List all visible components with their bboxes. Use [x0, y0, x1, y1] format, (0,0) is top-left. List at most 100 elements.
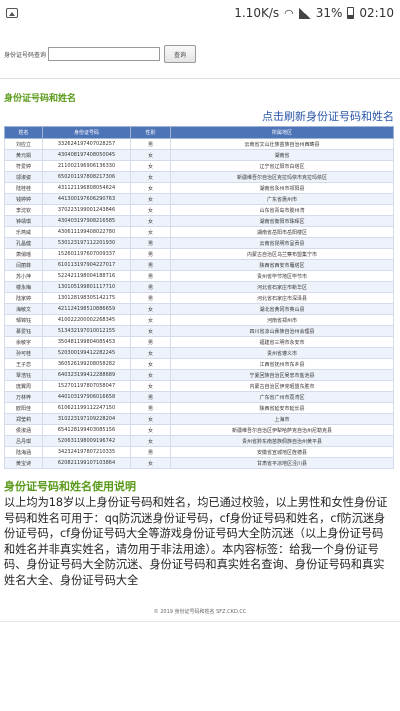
search-button[interactable]: 查询	[164, 45, 196, 63]
table-row: 符爱婷 211002196906136330 女辽宁省辽阳市白塔区	[4, 160, 394, 172]
cell-region: 上海市	[170, 413, 394, 425]
cell-gender: 男	[130, 281, 171, 293]
cell-id: 654128199403085156	[42, 424, 131, 436]
cell-region: 云南省文山壮族苗族自治州西畴县	[170, 138, 394, 150]
cell-name: 钱婷婷	[4, 193, 43, 205]
cell-id: 430611199408022780	[42, 226, 131, 238]
table-row: 万林梓 440103197906016658 男广东省广州市荔湾区	[4, 391, 394, 403]
search-input[interactable]	[48, 47, 160, 61]
table-row: 乐燕威 430611199408022780 女湖南省岳阳市岳阳楼区	[4, 226, 394, 238]
cell-name: 吕丹琪	[4, 435, 43, 447]
cell-name: 李沈钦	[4, 204, 43, 216]
cell-gender: 女	[130, 215, 171, 227]
cell-id: 522421198004188716	[42, 270, 131, 282]
cell-gender: 女	[130, 380, 171, 392]
usage-title: 身份证号码和姓名使用说明	[4, 480, 136, 493]
header-name: 姓名	[4, 126, 43, 139]
cell-region: 河南省郑州市	[170, 314, 394, 326]
cell-gender: 男	[130, 292, 171, 304]
table-row: 庞翼周 152701197807058047 女内蒙古自治区伊克昭盟东胜市	[4, 380, 394, 392]
cell-name: 刘应立	[4, 138, 43, 150]
id-table: 姓名 身份证号码 性别 所属地区 刘应立 332624197407028257 男云…	[4, 126, 394, 469]
cell-id: 650201197808217306	[42, 171, 131, 183]
cell-region: 山东省青岛市胶州湾	[170, 204, 394, 216]
cell-gender: 女	[130, 182, 171, 194]
cell-gender: 男	[130, 259, 171, 271]
cell-gender: 女	[130, 358, 171, 370]
cell-gender: 男	[130, 391, 171, 403]
table-row: 钱婷婷 441300197606290763 女广东省惠州市	[4, 193, 394, 205]
clock: 02:10	[359, 6, 394, 20]
divider	[0, 78, 400, 79]
cell-region: 河北省石家庄市新华区	[170, 281, 394, 293]
cell-id: 152701197807058047	[42, 380, 131, 392]
table-row: 楼永梅 130105199801117710 男河北省石家庄市新华区	[4, 281, 394, 293]
header-region: 所属地区	[170, 126, 394, 139]
cell-id: 410022200002268345	[42, 314, 131, 326]
cell-id: 152601197607009337	[42, 248, 131, 260]
cell-id: 440103197906016658	[42, 391, 131, 403]
cell-name: 孔晶健	[4, 237, 43, 249]
cell-name: 闫丽菲	[4, 259, 43, 271]
cell-gender: 女	[130, 160, 171, 172]
table-row: 黄宝诗 620821199107103864 女甘肃省平凉地区泾川县	[4, 457, 394, 469]
cell-name: 王子恋	[4, 358, 43, 370]
cell-name: 郑莹莉	[4, 413, 43, 425]
cell-gender: 男	[130, 336, 171, 348]
table-row: 郑莹莉 310223197109228204 女上海市	[4, 413, 394, 425]
search-label: 身份证号码查询	[4, 51, 47, 59]
cell-region: 宁夏回族自治区吴忠市盐池县	[170, 369, 394, 381]
refresh-link[interactable]: 点击刷新身份证号码和姓名	[0, 108, 394, 124]
cell-id: 431121196808054624	[42, 182, 131, 194]
cell-name: 符爱婷	[4, 160, 43, 172]
table-row: 欧阳佳 610621199112247150 男陕西省延安市延长县	[4, 402, 394, 414]
cell-region: 辽宁省辽阳市白塔区	[170, 160, 394, 172]
cell-name: 邬淑姿	[4, 171, 43, 183]
cell-id: 370223199001243846	[42, 204, 131, 216]
cell-region: 新疆维吾尔自治区伊犁哈萨克自治州尼勒克县	[170, 424, 394, 436]
cell-region: 甘肃省平凉地区泾川县	[170, 457, 394, 469]
table-row: 邬淑姿 650201197808217306 女新疆维吾尔自治区克拉玛依市克拉玛依区	[4, 171, 394, 183]
cell-gender: 女	[130, 369, 171, 381]
cell-name: 覃浩钰	[4, 369, 43, 381]
cell-name: 苏小萍	[4, 270, 43, 282]
cell-name: 万林梓	[4, 391, 43, 403]
cell-gender: 女	[130, 193, 171, 205]
cell-id: 610621199112247150	[42, 402, 131, 414]
cell-region: 安徽省宣城地区旌德县	[170, 446, 394, 458]
table-row: 覃浩钰 640323199412288689 女宁夏回族自治区吴忠市盐池县	[4, 369, 394, 381]
cell-id: 310223197109228204	[42, 413, 131, 425]
cell-name: 欧阳佳	[4, 402, 43, 414]
cell-gender: 女	[130, 435, 171, 447]
cell-region: 云南省昆明市呈贡县	[170, 237, 394, 249]
footer-divider	[0, 621, 400, 622]
table-row: 王子恋 360526199208058282 女江西省抚州市东乡县	[4, 358, 394, 370]
cell-id: 430408197408050045	[42, 149, 131, 161]
cell-name: 慕爱钰	[4, 325, 43, 337]
cell-region: 湖北省黄冈市英山县	[170, 303, 394, 315]
cell-name: 楼永梅	[4, 281, 43, 293]
cell-id: 520300199412282245	[42, 347, 131, 359]
cell-gender: 女	[130, 149, 171, 161]
cell-id: 620821199107103864	[42, 457, 131, 469]
cell-gender: 女	[130, 226, 171, 238]
table-row: 陆家婷 130128198305142175 男河北省石家庄市深泽县	[4, 292, 394, 304]
cell-id: 350481199804085453	[42, 336, 131, 348]
cell-name: 余敏宇	[4, 336, 43, 348]
cell-gender: 女	[130, 314, 171, 326]
table-row: 陆桂桂 431121196808054624 女湖南省永州市祁阳县	[4, 182, 394, 194]
cell-name: 孙可桂	[4, 347, 43, 359]
cell-id: 513432197010012155	[42, 325, 131, 337]
cell-region: 河北省石家庄市深泽县	[170, 292, 394, 304]
usage-text: 以上均为18岁以上身份证号码和姓名，均已通过校验，以上男性和女性身份证号码和姓名…	[4, 496, 388, 587]
cell-region: 广东省广州市荔湾区	[170, 391, 394, 403]
table-row: 陆海涵 342324197807210335 男安徽省宣城地区旌德县	[4, 446, 394, 458]
battery-icon	[347, 7, 355, 19]
cell-id: 640323199412288689	[42, 369, 131, 381]
cell-gender: 男	[130, 138, 171, 150]
network-speed: 1.10K/s	[234, 6, 280, 20]
cell-name: 黄宝诗	[4, 457, 43, 469]
table-header-row: 姓名 身份证号码 性别 所属地区	[4, 126, 394, 139]
table-row: 苏小萍 522421198004188716 男贵州省毕节地区毕节市	[4, 270, 394, 282]
cell-name: 乐燕威	[4, 226, 43, 238]
